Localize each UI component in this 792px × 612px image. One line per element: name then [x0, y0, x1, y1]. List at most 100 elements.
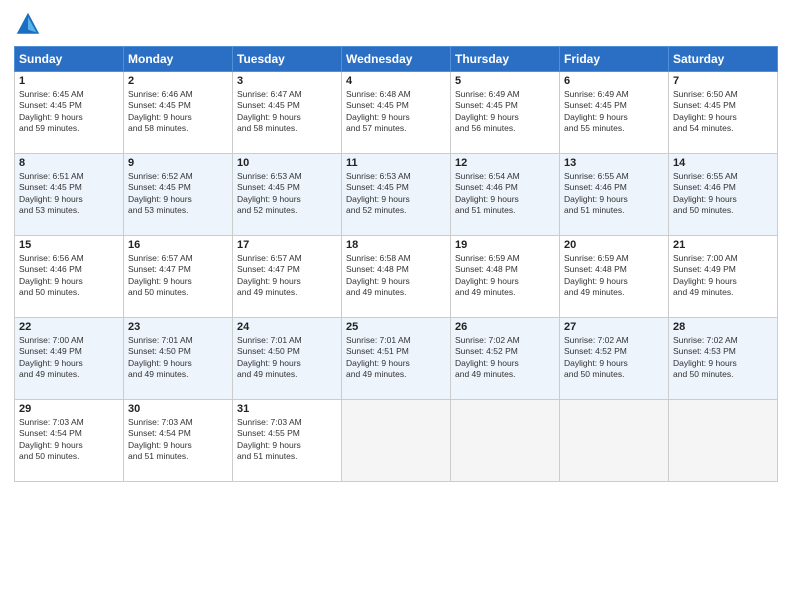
day-number: 13 [564, 157, 664, 169]
day-number: 30 [128, 403, 228, 415]
calendar-cell: 22 Sunrise: 7:00 AM Sunset: 4:49 PM Dayli… [15, 318, 124, 400]
day-info: Sunrise: 6:54 AM Sunset: 4:46 PM Dayligh… [455, 171, 555, 217]
day-number: 1 [19, 75, 119, 87]
day-number: 8 [19, 157, 119, 169]
calendar-cell: 29 Sunrise: 7:03 AM Sunset: 4:54 PM Dayli… [15, 400, 124, 482]
day-info: Sunrise: 6:52 AM Sunset: 4:45 PM Dayligh… [128, 171, 228, 217]
calendar-cell: 26 Sunrise: 7:02 AM Sunset: 4:52 PM Dayli… [451, 318, 560, 400]
day-info: Sunrise: 6:57 AM Sunset: 4:47 PM Dayligh… [128, 253, 228, 299]
calendar-cell: 28Sunrise: 7:02 AM Sunset: 4:53 PM Dayli… [669, 318, 778, 400]
calendar-cell: 15 Sunrise: 6:56 AM Sunset: 4:46 PM Dayli… [15, 236, 124, 318]
week-row-5: 29 Sunrise: 7:03 AM Sunset: 4:54 PM Dayli… [15, 400, 778, 482]
day-number: 28 [673, 321, 773, 333]
calendar-cell: 4 Sunrise: 6:48 AM Sunset: 4:45 PM Daylig… [342, 72, 451, 154]
col-header-monday: Monday [124, 47, 233, 72]
calendar-cell: 16 Sunrise: 6:57 AM Sunset: 4:47 PM Dayli… [124, 236, 233, 318]
day-info: Sunrise: 6:56 AM Sunset: 4:46 PM Dayligh… [19, 253, 119, 299]
col-header-sunday: Sunday [15, 47, 124, 72]
calendar-cell: 8 Sunrise: 6:51 AM Sunset: 4:45 PM Daylig… [15, 154, 124, 236]
calendar-cell: 23Sunrise: 7:01 AM Sunset: 4:50 PM Dayli… [124, 318, 233, 400]
week-row-1: 1 Sunrise: 6:45 AM Sunset: 4:45 PM Daylig… [15, 72, 778, 154]
week-row-2: 8 Sunrise: 6:51 AM Sunset: 4:45 PM Daylig… [15, 154, 778, 236]
calendar-cell [342, 400, 451, 482]
calendar-cell: 20 Sunrise: 6:59 AM Sunset: 4:48 PM Dayli… [560, 236, 669, 318]
calendar-cell: 31 Sunrise: 7:03 AM Sunset: 4:55 PM Dayli… [233, 400, 342, 482]
day-number: 12 [455, 157, 555, 169]
day-number: 25 [346, 321, 446, 333]
day-number: 23 [128, 321, 228, 333]
day-info: Sunrise: 7:00 AM Sunset: 4:49 PM Dayligh… [673, 253, 773, 299]
day-number: 7 [673, 75, 773, 87]
day-number: 9 [128, 157, 228, 169]
calendar-cell: 7Sunrise: 6:50 AM Sunset: 4:45 PM Daylig… [669, 72, 778, 154]
day-info: Sunrise: 6:58 AM Sunset: 4:48 PM Dayligh… [346, 253, 446, 299]
day-number: 27 [564, 321, 664, 333]
calendar-cell: 27 Sunrise: 7:02 AM Sunset: 4:52 PM Dayli… [560, 318, 669, 400]
day-info: Sunrise: 7:03 AM Sunset: 4:55 PM Dayligh… [237, 417, 337, 463]
day-number: 16 [128, 239, 228, 251]
calendar-cell: 17Sunrise: 6:57 AM Sunset: 4:47 PM Dayli… [233, 236, 342, 318]
day-number: 2 [128, 75, 228, 87]
calendar-cell: 9 Sunrise: 6:52 AM Sunset: 4:45 PM Daylig… [124, 154, 233, 236]
day-number: 26 [455, 321, 555, 333]
logo-icon [14, 10, 42, 38]
day-info: Sunrise: 6:53 AM Sunset: 4:45 PM Dayligh… [237, 171, 337, 217]
day-number: 4 [346, 75, 446, 87]
day-number: 6 [564, 75, 664, 87]
col-header-thursday: Thursday [451, 47, 560, 72]
day-info: Sunrise: 6:46 AM Sunset: 4:45 PM Dayligh… [128, 89, 228, 135]
col-header-saturday: Saturday [669, 47, 778, 72]
day-info: Sunrise: 6:55 AM Sunset: 4:46 PM Dayligh… [673, 171, 773, 217]
day-number: 21 [673, 239, 773, 251]
day-info: Sunrise: 6:59 AM Sunset: 4:48 PM Dayligh… [455, 253, 555, 299]
calendar-cell: 14 Sunrise: 6:55 AM Sunset: 4:46 PM Dayli… [669, 154, 778, 236]
day-info: Sunrise: 7:03 AM Sunset: 4:54 PM Dayligh… [128, 417, 228, 463]
day-number: 14 [673, 157, 773, 169]
calendar-cell [669, 400, 778, 482]
day-info: Sunrise: 6:59 AM Sunset: 4:48 PM Dayligh… [564, 253, 664, 299]
day-info: Sunrise: 6:49 AM Sunset: 4:45 PM Dayligh… [564, 89, 664, 135]
day-number: 3 [237, 75, 337, 87]
day-number: 20 [564, 239, 664, 251]
day-info: Sunrise: 7:02 AM Sunset: 4:52 PM Dayligh… [455, 335, 555, 381]
day-info: Sunrise: 7:02 AM Sunset: 4:52 PM Dayligh… [564, 335, 664, 381]
day-info: Sunrise: 7:01 AM Sunset: 4:51 PM Dayligh… [346, 335, 446, 381]
day-number: 15 [19, 239, 119, 251]
calendar-cell: 21 Sunrise: 7:00 AM Sunset: 4:49 PM Dayli… [669, 236, 778, 318]
calendar-cell: 5Sunrise: 6:49 AM Sunset: 4:45 PM Daylig… [451, 72, 560, 154]
day-number: 5 [455, 75, 555, 87]
calendar-cell: 24Sunrise: 7:01 AM Sunset: 4:50 PM Dayli… [233, 318, 342, 400]
calendar-cell: 3 Sunrise: 6:47 AM Sunset: 4:45 PM Daylig… [233, 72, 342, 154]
calendar-cell: 11Sunrise: 6:53 AM Sunset: 4:45 PM Dayli… [342, 154, 451, 236]
day-info: Sunrise: 6:45 AM Sunset: 4:45 PM Dayligh… [19, 89, 119, 135]
calendar-cell: 6 Sunrise: 6:49 AM Sunset: 4:45 PM Daylig… [560, 72, 669, 154]
calendar-cell: 12 Sunrise: 6:54 AM Sunset: 4:46 PM Dayli… [451, 154, 560, 236]
calendar-cell: 2 Sunrise: 6:46 AM Sunset: 4:45 PM Daylig… [124, 72, 233, 154]
day-info: Sunrise: 6:57 AM Sunset: 4:47 PM Dayligh… [237, 253, 337, 299]
day-number: 29 [19, 403, 119, 415]
day-info: Sunrise: 6:47 AM Sunset: 4:45 PM Dayligh… [237, 89, 337, 135]
calendar-cell: 18 Sunrise: 6:58 AM Sunset: 4:48 PM Dayli… [342, 236, 451, 318]
page-container: SundayMondayTuesdayWednesdayThursdayFrid… [0, 0, 792, 488]
day-info: Sunrise: 6:55 AM Sunset: 4:46 PM Dayligh… [564, 171, 664, 217]
header [14, 10, 778, 38]
calendar-cell: 1 Sunrise: 6:45 AM Sunset: 4:45 PM Daylig… [15, 72, 124, 154]
logo [14, 10, 46, 38]
calendar-cell [451, 400, 560, 482]
day-number: 19 [455, 239, 555, 251]
day-info: Sunrise: 6:51 AM Sunset: 4:45 PM Dayligh… [19, 171, 119, 217]
day-number: 22 [19, 321, 119, 333]
day-number: 24 [237, 321, 337, 333]
calendar-cell: 13 Sunrise: 6:55 AM Sunset: 4:46 PM Dayli… [560, 154, 669, 236]
col-header-tuesday: Tuesday [233, 47, 342, 72]
calendar-cell: 10 Sunrise: 6:53 AM Sunset: 4:45 PM Dayli… [233, 154, 342, 236]
day-number: 10 [237, 157, 337, 169]
day-info: Sunrise: 6:48 AM Sunset: 4:45 PM Dayligh… [346, 89, 446, 135]
calendar-cell [560, 400, 669, 482]
day-info: Sunrise: 7:03 AM Sunset: 4:54 PM Dayligh… [19, 417, 119, 463]
day-number: 18 [346, 239, 446, 251]
day-info: Sunrise: 7:00 AM Sunset: 4:49 PM Dayligh… [19, 335, 119, 381]
col-header-friday: Friday [560, 47, 669, 72]
calendar-cell: 19 Sunrise: 6:59 AM Sunset: 4:48 PM Dayli… [451, 236, 560, 318]
day-number: 31 [237, 403, 337, 415]
